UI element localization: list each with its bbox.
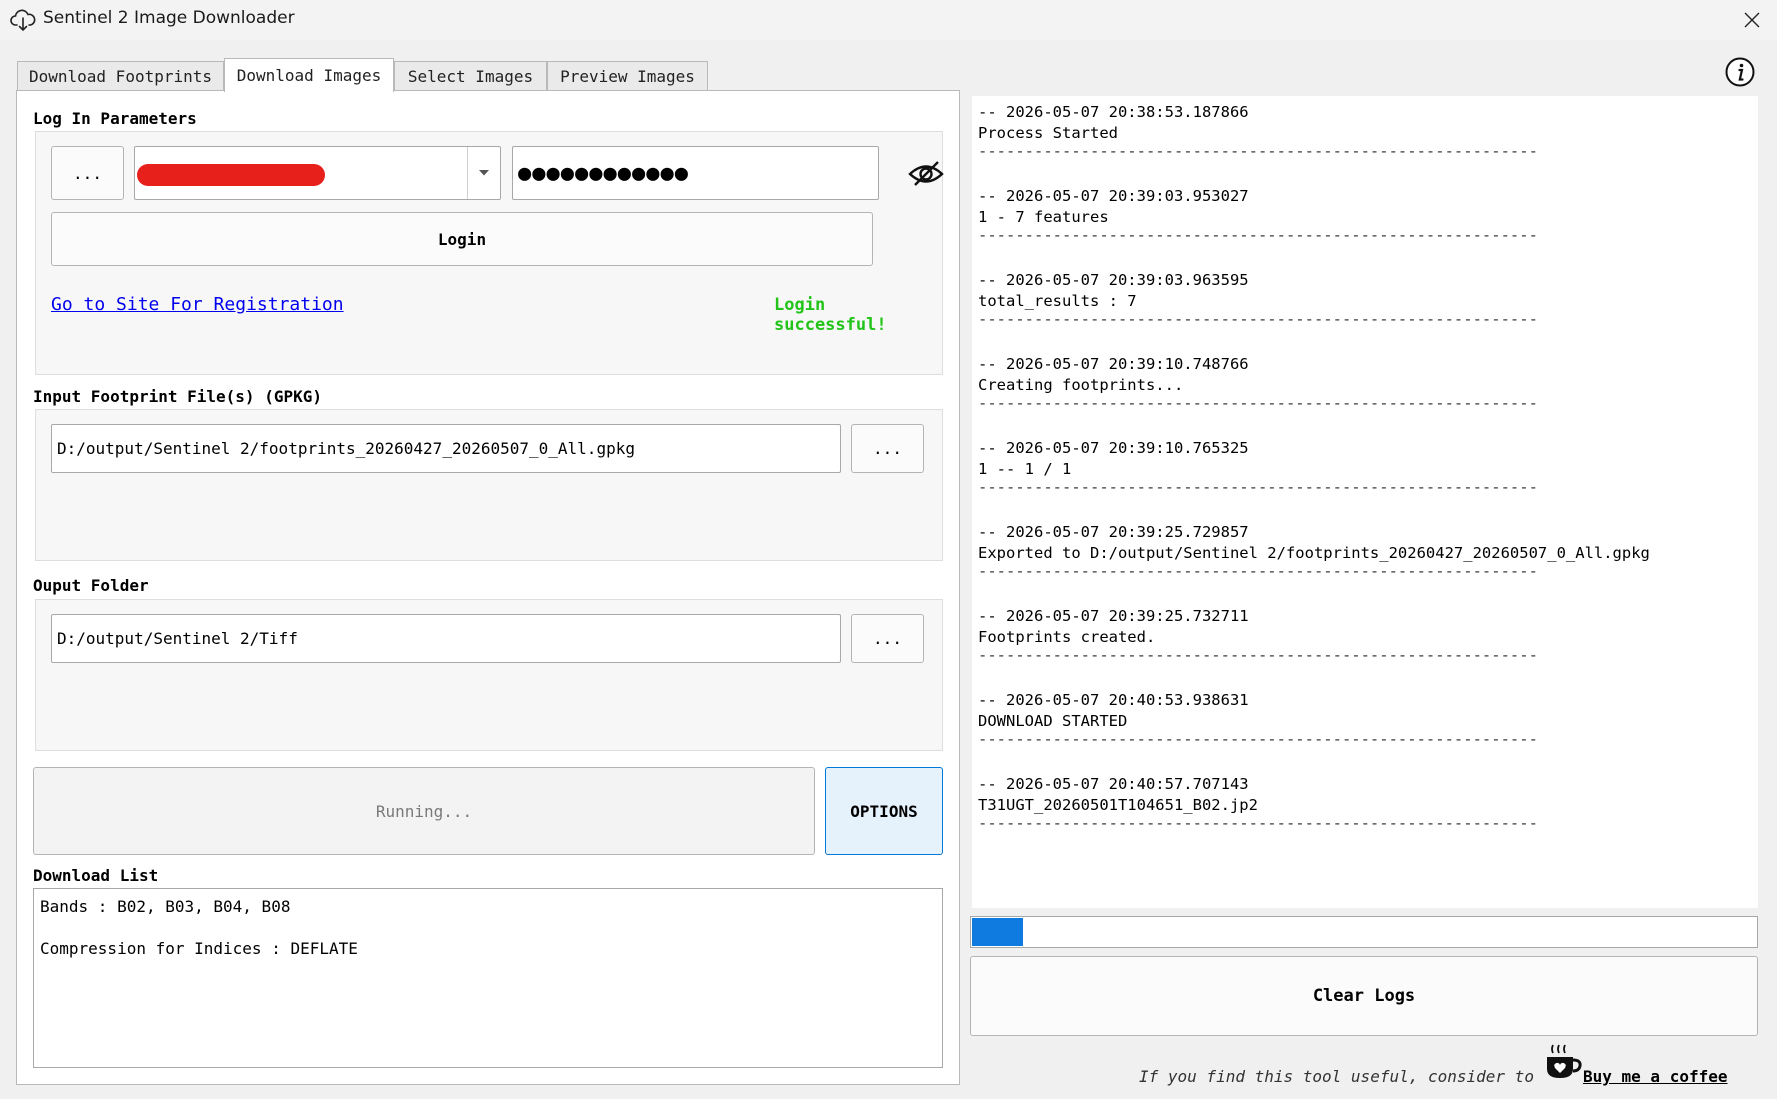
log-separator: ----------------------------------------… xyxy=(978,480,1538,496)
close-button[interactable] xyxy=(1726,0,1777,40)
log-separator: ----------------------------------------… xyxy=(978,312,1538,328)
log-separator: ----------------------------------------… xyxy=(978,816,1538,832)
log-timestamp: -- 2026-05-07 20:39:25.732711 xyxy=(978,607,1249,625)
log-separator: ----------------------------------------… xyxy=(978,228,1538,244)
login-button[interactable]: Login xyxy=(51,212,873,266)
password-field[interactable]: ●●●●●●●●●●●● xyxy=(512,146,879,200)
log-message: 1 - 7 features xyxy=(978,208,1109,226)
cloud-download-icon xyxy=(10,9,36,32)
log-entry: -- 2026-05-07 20:40:57.707143 T31UGT_2026… xyxy=(978,774,1650,858)
log-entry: -- 2026-05-07 20:39:25.732711 Footprints … xyxy=(978,606,1650,690)
login-group-label: Log In Parameters xyxy=(33,109,197,128)
log-timestamp: -- 2026-05-07 20:39:03.953027 xyxy=(978,187,1249,205)
username-combobox[interactable] xyxy=(134,146,501,200)
log-timestamp: -- 2026-05-07 20:40:53.938631 xyxy=(978,691,1249,709)
footer-text: If you find this tool useful, consider t… xyxy=(1139,1067,1534,1086)
log-entry: -- 2026-05-07 20:39:10.748766 Creating fo… xyxy=(978,354,1650,438)
log-entry: -- 2026-05-07 20:38:53.187866 Process Sta… xyxy=(978,102,1650,186)
log-entry: -- 2026-05-07 20:39:03.953027 1 - 7 featu… xyxy=(978,186,1650,270)
log-output[interactable]: -- 2026-05-07 20:38:53.187866 Process Sta… xyxy=(972,96,1758,908)
log-entry: -- 2026-05-07 20:40:53.938631 DOWNLOAD ST… xyxy=(978,690,1650,774)
log-separator: ----------------------------------------… xyxy=(978,144,1538,160)
log-message: Exported to D:/output/Sentinel 2/footpri… xyxy=(978,544,1650,562)
log-timestamp: -- 2026-05-07 20:39:10.765325 xyxy=(978,439,1249,457)
registration-link[interactable]: Go to Site For Registration xyxy=(51,294,344,315)
window-title: Sentinel 2 Image Downloader xyxy=(43,8,295,28)
log-timestamp: -- 2026-05-07 20:39:10.748766 xyxy=(978,355,1249,373)
log-timestamp: -- 2026-05-07 20:40:57.707143 xyxy=(978,775,1249,793)
tab-download-footprints[interactable]: Download Footprints xyxy=(17,61,224,91)
log-separator: ----------------------------------------… xyxy=(978,564,1538,580)
download-list-label: Download List xyxy=(33,866,159,885)
tab-preview-images[interactable]: Preview Images xyxy=(547,61,708,91)
clear-logs-button[interactable]: Clear Logs xyxy=(970,956,1758,1036)
login-status: Login successful! xyxy=(774,295,887,335)
options-button[interactable]: OPTIONS xyxy=(825,767,943,855)
log-message: total_results : 7 xyxy=(978,292,1137,310)
log-message: 1 -- 1 / 1 xyxy=(978,460,1072,478)
run-button[interactable]: Running... xyxy=(33,767,815,855)
log-message: Footprints created. xyxy=(978,628,1156,646)
dropdown-button[interactable] xyxy=(467,147,500,199)
progress-bar xyxy=(970,916,1758,948)
log-message: T31UGT_20260501T104651_B02.jp2 xyxy=(978,796,1258,814)
download-list-bands: Bands : B02, B03, B04, B08 xyxy=(40,897,291,916)
chevron-down-icon xyxy=(479,170,489,176)
log-timestamp: -- 2026-05-07 20:39:03.963595 xyxy=(978,271,1249,289)
footprint-browse-button[interactable]: ... xyxy=(851,424,924,473)
log-list: -- 2026-05-07 20:38:53.187866 Process Sta… xyxy=(978,102,1650,858)
redacted-username xyxy=(137,164,325,186)
log-timestamp: -- 2026-05-07 20:39:25.729857 xyxy=(978,523,1249,541)
tab-select-images[interactable]: Select Images xyxy=(394,61,547,91)
log-separator: ----------------------------------------… xyxy=(978,648,1538,664)
buy-coffee-link[interactable]: Buy me a coffee xyxy=(1583,1067,1728,1086)
footprint-group: D:/output/Sentinel 2/footprints_20260427… xyxy=(35,409,943,561)
coffee-cup-icon[interactable] xyxy=(1543,1043,1583,1083)
progress-fill xyxy=(972,918,1024,946)
log-separator: ----------------------------------------… xyxy=(978,732,1538,748)
credentials-browse-button[interactable]: ... xyxy=(51,146,124,200)
log-entry: -- 2026-05-07 20:39:25.729857 Exported to… xyxy=(978,522,1650,606)
log-entry: -- 2026-05-07 20:39:10.765325 1 -- 1 / 1 -… xyxy=(978,438,1650,522)
tab-download-images[interactable]: Download Images xyxy=(224,58,394,92)
output-group: D:/output/Sentinel 2/Tiff ... xyxy=(35,599,943,751)
output-browse-button[interactable]: ... xyxy=(851,614,924,663)
download-list-compression: Compression for Indices : DEFLATE xyxy=(40,939,358,958)
footprint-path-input[interactable]: D:/output/Sentinel 2/footprints_20260427… xyxy=(51,424,841,473)
log-message: Creating footprints... xyxy=(978,376,1184,394)
info-icon[interactable] xyxy=(1724,56,1756,88)
eye-slash-icon[interactable] xyxy=(907,160,945,188)
log-entry: -- 2026-05-07 20:39:03.963595 total_resul… xyxy=(978,270,1650,354)
login-group: ... ●●●●●●●●●●●● Login Go to Site For Re… xyxy=(35,131,945,375)
log-separator: ----------------------------------------… xyxy=(978,396,1538,412)
output-group-label: Ouput Folder xyxy=(33,576,149,595)
close-icon xyxy=(1744,12,1759,28)
footprint-group-label: Input Footprint File(s) (GPKG) xyxy=(33,387,322,406)
download-list-box[interactable]: Bands : B02, B03, B04, B08 Compression f… xyxy=(33,888,943,1068)
title-bar: Sentinel 2 Image Downloader xyxy=(0,0,1777,40)
output-path-input[interactable]: D:/output/Sentinel 2/Tiff xyxy=(51,614,841,663)
download-images-panel: Log In Parameters ... ●●●●●●●●●●●● Login… xyxy=(16,90,960,1085)
log-message: Process Started xyxy=(978,124,1118,142)
log-message: DOWNLOAD STARTED xyxy=(978,712,1128,730)
log-timestamp: -- 2026-05-07 20:38:53.187866 xyxy=(978,103,1249,121)
